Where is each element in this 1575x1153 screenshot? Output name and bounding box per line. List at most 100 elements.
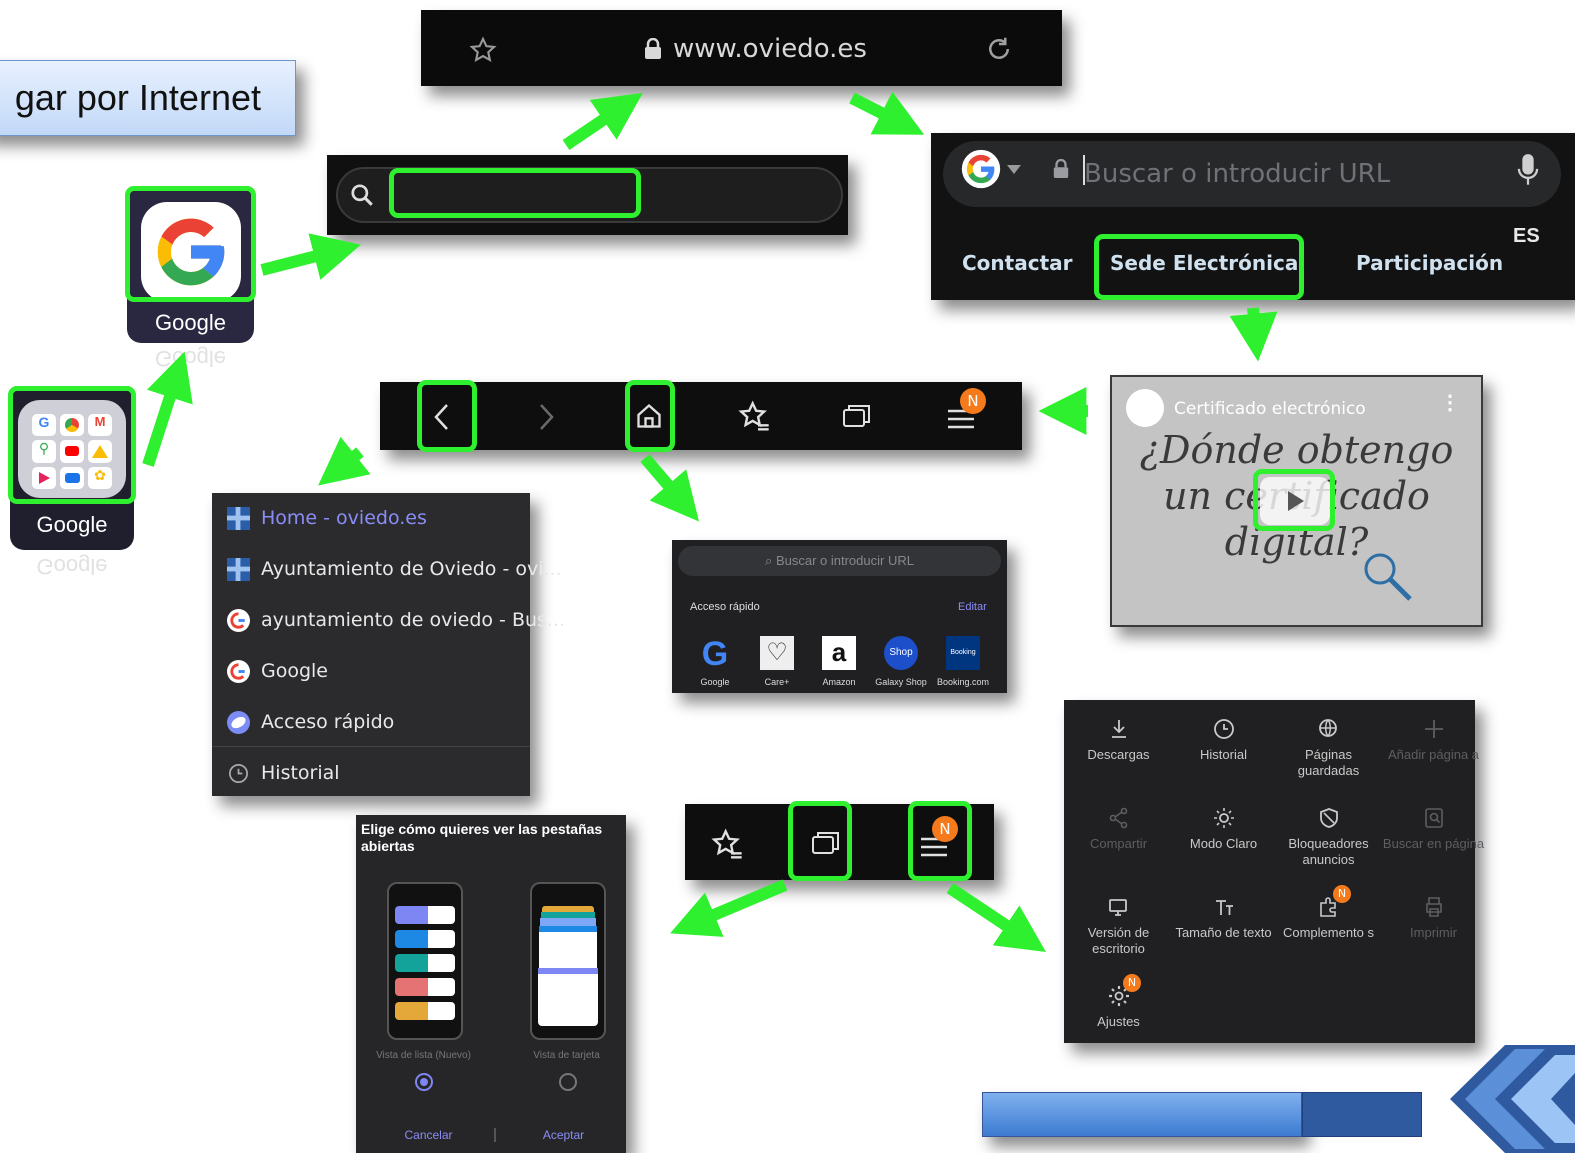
menu-item-sun[interactable]: Modo Claro: [1172, 806, 1275, 852]
history-label: Home - oviedo.es: [261, 507, 427, 529]
history-dropdown: Home - oviedo.es Ayuntamiento de Oviedo …: [212, 493, 565, 799]
notification-badge: N: [1333, 885, 1351, 903]
decorative-bar-dark: [1302, 1092, 1422, 1137]
menu-item-label: Añadir página a: [1387, 747, 1480, 762]
menu-item-label: Descargas: [1087, 747, 1150, 762]
more-options-icon[interactable]: ⋮: [1440, 393, 1460, 413]
card-view-radio[interactable]: [559, 1073, 577, 1091]
menu-item-shield[interactable]: Bloqueadores anuncios: [1277, 806, 1380, 868]
menu-item-label: Complemento s: [1282, 925, 1375, 940]
print-icon: [1425, 897, 1442, 917]
menu-item-share[interactable]: Compartir: [1067, 806, 1170, 852]
download-icon: [1111, 720, 1126, 738]
quick-access-title: Acceso rápido: [690, 601, 760, 613]
history-item-google[interactable]: Google: [212, 646, 530, 697]
tabs-dialog-title: Elige cómo quieres ver las pestañas abie…: [361, 821, 603, 854]
find-icon: [1424, 808, 1443, 828]
reload-icon[interactable]: [984, 34, 1014, 64]
menu-item-globe[interactable]: Páginas guardadas: [1277, 717, 1380, 779]
quick-item-label: Booking.com: [936, 677, 990, 687]
samsung-internet-icon: [227, 711, 250, 734]
history-label: Historial: [261, 762, 340, 784]
menu-item-download[interactable]: Descargas: [1067, 717, 1170, 763]
reflection: Google: [155, 346, 226, 371]
lock-icon: [645, 38, 661, 59]
oviedo-icon: [227, 558, 250, 581]
quick-access-edit[interactable]: Editar: [958, 601, 987, 613]
decorative-bar: [982, 1092, 1302, 1137]
bookmark-star-icon[interactable]: [738, 400, 770, 432]
menu-item-find[interactable]: Buscar en página: [1382, 806, 1485, 852]
google-g-icon: [227, 660, 250, 683]
video-channel: Certificado electrónico: [1174, 399, 1366, 419]
history-item-historial[interactable]: Historial: [212, 748, 530, 799]
arrow-search-to-url: [562, 92, 643, 150]
highlight-folder: [8, 386, 136, 504]
menu-item-label: Tamaño de texto: [1175, 925, 1272, 940]
amazon-icon: a: [822, 636, 856, 670]
card-view-preview[interactable]: [530, 882, 606, 1040]
cancel-button[interactable]: Cancelar: [356, 1128, 501, 1142]
quick-item-booking[interactable]: Booking Booking.com: [932, 636, 994, 687]
quick-item-galaxy-shop[interactable]: Shop Galaxy Shop: [870, 636, 932, 687]
tabs-icon[interactable]: [841, 402, 873, 430]
home-search-placeholder: Buscar o introducir URL: [775, 553, 914, 568]
menu-item-print[interactable]: Imprimir: [1382, 895, 1485, 941]
history-item-google-search[interactable]: ayuntamiento de oviedo - Bus...: [212, 595, 565, 646]
galaxy-shop-icon: Shop: [884, 636, 918, 670]
nav-participacion[interactable]: Participación: [1356, 251, 1503, 275]
arrow-home-to-quick: [640, 454, 699, 522]
menu-item-label: Modo Claro: [1189, 836, 1258, 851]
arrow-folder-to-app: [142, 351, 193, 467]
address-placeholder: Buscar o introducir URL: [1084, 159, 1391, 189]
url-text[interactable]: www.oviedo.es: [673, 10, 867, 88]
plus-icon: [1424, 720, 1443, 738]
history-label: ayuntamiento de oviedo - Bus...: [261, 609, 566, 631]
language-selector[interactable]: ES: [1513, 225, 1540, 248]
quick-item-amazon[interactable]: a Amazon: [808, 636, 870, 687]
search-icon: [351, 184, 373, 206]
arrow-sede-to-video: [1229, 307, 1278, 362]
quick-item-care[interactable]: ♡ Care+: [746, 636, 808, 687]
browser-menu-grid: Descargas Historial Páginas guardadas Añadi…: [1064, 700, 1484, 1043]
google-folder-label: Google: [36, 512, 108, 537]
list-view-label: Vista de lista (Nuevo): [376, 1050, 471, 1061]
list-view-radio[interactable]: [415, 1073, 433, 1091]
menu-item-plus[interactable]: Añadir página a: [1382, 717, 1485, 763]
menu-item-clock[interactable]: Historial: [1172, 717, 1275, 763]
sun-icon: [1213, 808, 1234, 828]
star-icon[interactable]: [469, 36, 497, 64]
chevron-down-icon[interactable]: [1007, 165, 1021, 174]
highlight-tabs: [788, 801, 852, 881]
home-page-quick-access: ⌕ Buscar o introducir URL Acceso rápido …: [672, 540, 1007, 693]
accept-button[interactable]: Aceptar: [491, 1128, 636, 1142]
nav-contactar[interactable]: Contactar: [962, 251, 1073, 275]
list-view-preview[interactable]: [387, 882, 463, 1040]
menu-item-desktop[interactable]: Versión de escritorio: [1067, 895, 1170, 957]
menu-item-label: Páginas guardadas: [1297, 747, 1360, 778]
google-g-icon[interactable]: [961, 149, 1001, 189]
shield-icon: [1319, 808, 1338, 828]
forward-icon[interactable]: [536, 402, 556, 432]
quick-item-google[interactable]: G Google: [684, 635, 746, 687]
channel-avatar: [1126, 389, 1164, 427]
google-app-label: Google: [155, 310, 226, 335]
menu-item-addons[interactable]: Complemento s N: [1277, 885, 1380, 941]
tabs-view-dialog: Elige cómo quieres ver las pestañas abie…: [356, 815, 626, 1153]
menu-item-gear[interactable]: Ajustes N: [1067, 974, 1170, 1030]
highlight-home: [625, 380, 675, 452]
oviedo-icon: [227, 507, 250, 530]
lock-icon: [1053, 158, 1069, 178]
google-g-icon: G: [701, 635, 729, 673]
history-item-ayuntamiento[interactable]: Ayuntamiento de Oviedo - ovi...: [212, 544, 562, 595]
microphone-icon[interactable]: [1516, 153, 1540, 187]
arrow-tabs-to-dialog: [670, 879, 788, 937]
share-icon: [1109, 807, 1127, 829]
bookmark-star-icon[interactable]: [711, 828, 743, 860]
menu-item-label: Ajustes: [1097, 1014, 1140, 1029]
history-item-home[interactable]: Home - oviedo.es: [212, 493, 530, 544]
history-item-acceso-rapido[interactable]: Acceso rápido: [212, 697, 530, 748]
notification-badge: N: [960, 388, 986, 414]
menu-item-text-size[interactable]: Tamaño de texto: [1172, 895, 1275, 941]
home-search-field[interactable]: ⌕ Buscar o introducir URL: [678, 546, 1001, 576]
